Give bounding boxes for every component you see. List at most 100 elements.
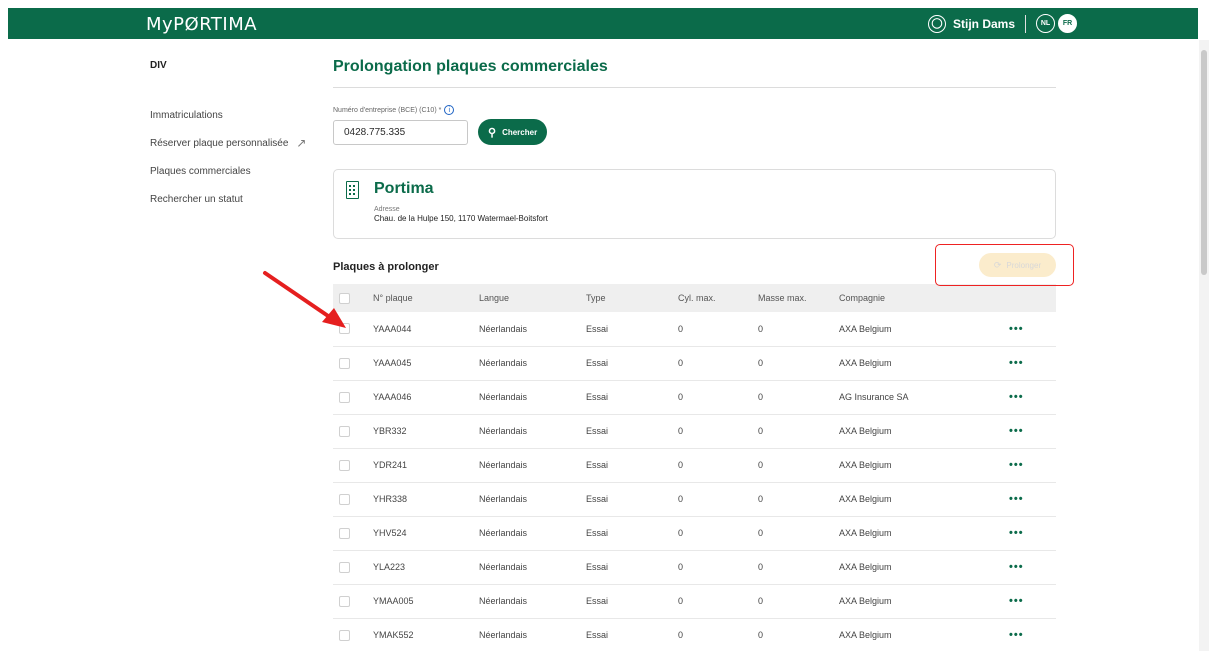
cell-cyl: 0 — [678, 482, 758, 517]
row-checkbox[interactable] — [339, 459, 350, 471]
actions-cell: ••• — [1009, 550, 1056, 585]
actions-cell: ••• — [1009, 516, 1056, 551]
lang-fr-button[interactable]: FR — [1058, 14, 1078, 33]
row-checkbox[interactable] — [339, 391, 350, 403]
cell-mass: 0 — [758, 482, 839, 517]
more-options-icon[interactable]: ••• — [1009, 357, 1024, 369]
checkbox-cell — [333, 380, 373, 415]
prolonger-button-label: Prolonger — [1006, 260, 1042, 270]
cell-lang: Néerlandais — [479, 414, 586, 449]
cell-lang: Néerlandais — [479, 516, 586, 551]
scrollbar-thumb[interactable] — [1201, 50, 1207, 275]
building-icon — [346, 181, 359, 199]
address-label: Adresse — [374, 206, 400, 213]
info-icon[interactable]: i — [444, 105, 455, 115]
more-options-icon[interactable]: ••• — [1009, 459, 1024, 471]
cell-lang: Néerlandais — [479, 312, 586, 347]
cell-type: Essai — [586, 414, 678, 449]
scrollbar[interactable] — [1199, 40, 1209, 651]
cell-company: AXA Belgium — [839, 448, 1009, 483]
search-button[interactable]: ⚲ Chercher — [478, 119, 548, 145]
sidebar-title: DIV — [150, 60, 167, 71]
header-cyl[interactable]: Cyl. max. — [678, 284, 758, 312]
header-company[interactable]: Compagnie — [839, 284, 1009, 312]
sidebar-item-reserver-plaque[interactable]: Réserver plaque personnalisée ↗ — [150, 129, 320, 157]
header-lang[interactable]: Langue — [479, 284, 586, 312]
annotation-arrow-icon — [263, 271, 346, 328]
row-checkbox[interactable] — [339, 357, 350, 369]
more-options-icon[interactable]: ••• — [1009, 323, 1024, 335]
bce-input[interactable]: 0428.775.335 — [333, 119, 468, 145]
table-row: YHV524 Néerlandais Essai 0 0 AXA Belgium… — [333, 516, 1056, 551]
table-row: YAAA046 Néerlandais Essai 0 0 AG Insuran… — [333, 380, 1056, 415]
cell-plate: YMAA005 — [373, 584, 479, 619]
row-checkbox[interactable] — [339, 595, 350, 607]
table-row: YMAA005 Néerlandais Essai 0 0 AXA Belgiu… — [333, 584, 1056, 619]
header-actions — [1009, 284, 1056, 312]
more-options-icon[interactable]: ••• — [1009, 561, 1024, 573]
cell-company: AXA Belgium — [839, 618, 1009, 651]
company-address: Chau. de la Hulpe 150, 1170 Watermael-Bo… — [374, 214, 548, 223]
lang-nl-button[interactable]: NL — [1036, 14, 1056, 33]
row-checkbox[interactable] — [339, 425, 350, 437]
actions-cell: ••• — [1009, 584, 1056, 619]
header-plate[interactable]: N° plaque — [373, 284, 479, 312]
cell-cyl: 0 — [678, 618, 758, 651]
main-content: Prolongation plaques commerciales Numéro… — [333, 58, 1074, 651]
cell-company: AXA Belgium — [839, 312, 1009, 347]
cell-plate: YAAA044 — [373, 312, 479, 347]
cell-mass: 0 — [758, 346, 839, 381]
more-options-icon[interactable]: ••• — [1009, 391, 1024, 403]
table-row: YDR241 Néerlandais Essai 0 0 AXA Belgium… — [333, 448, 1056, 483]
table-row: YAAA044 Néerlandais Essai 0 0 AXA Belgiu… — [333, 312, 1056, 347]
sidebar-item-rechercher-statut[interactable]: Rechercher un statut — [150, 185, 320, 213]
cell-type: Essai — [586, 550, 678, 585]
search-row: 0428.775.335 ⚲ Chercher — [333, 119, 1056, 145]
more-options-icon[interactable]: ••• — [1009, 425, 1024, 437]
sidebar-item-immatriculations[interactable]: Immatriculations — [150, 101, 320, 129]
row-checkbox[interactable] — [339, 527, 350, 539]
cell-cyl: 0 — [678, 448, 758, 483]
row-checkbox[interactable] — [339, 561, 350, 573]
more-options-icon[interactable]: ••• — [1009, 527, 1024, 539]
cell-plate: YAAA045 — [373, 346, 479, 381]
cell-company: AXA Belgium — [839, 346, 1009, 381]
checkbox-cell — [333, 618, 373, 651]
sidebar-item-plaques-commerciales[interactable]: Plaques commerciales — [150, 157, 320, 185]
cell-company: AXA Belgium — [839, 584, 1009, 619]
prolonger-button[interactable]: ⟳ Prolonger — [979, 253, 1056, 277]
row-checkbox[interactable] — [339, 493, 350, 505]
user-icon[interactable]: ◯ — [928, 14, 946, 33]
cell-cyl: 0 — [678, 312, 758, 347]
more-options-icon[interactable]: ••• — [1009, 629, 1024, 641]
cell-plate: YLA223 — [373, 550, 479, 585]
row-checkbox[interactable] — [339, 629, 350, 641]
top-bar: MyPØRTIMA ◯ Stijn Dams NL FR — [8, 8, 1198, 39]
checkbox-cell — [333, 584, 373, 619]
cell-company: AXA Belgium — [839, 482, 1009, 517]
more-options-icon[interactable]: ••• — [1009, 493, 1024, 505]
actions-cell: ••• — [1009, 312, 1056, 347]
divider — [1025, 14, 1027, 33]
page-title: Prolongation plaques commerciales — [333, 58, 1056, 88]
logo[interactable]: MyPØRTIMA — [146, 14, 257, 35]
cell-mass: 0 — [758, 516, 839, 551]
table-row: YLA223 Néerlandais Essai 0 0 AXA Belgium… — [333, 550, 1056, 585]
search-button-label: Chercher — [502, 127, 538, 137]
table-row: YBR332 Néerlandais Essai 0 0 AXA Belgium… — [333, 414, 1056, 449]
table-row: YAAA045 Néerlandais Essai 0 0 AXA Belgiu… — [333, 346, 1056, 381]
actions-cell: ••• — [1009, 414, 1056, 449]
cell-mass: 0 — [758, 414, 839, 449]
cell-type: Essai — [586, 516, 678, 551]
sidebar-item-label: Rechercher un statut — [150, 193, 243, 205]
header-mass[interactable]: Masse max. — [758, 284, 839, 312]
cell-type: Essai — [586, 312, 678, 347]
cell-cyl: 0 — [678, 346, 758, 381]
header-type[interactable]: Type — [586, 284, 678, 312]
actions-cell: ••• — [1009, 618, 1056, 651]
user-name[interactable]: Stijn Dams — [953, 17, 1015, 31]
sidebar-item-label: Plaques commerciales — [150, 165, 251, 177]
cell-cyl: 0 — [678, 516, 758, 551]
more-options-icon[interactable]: ••• — [1009, 595, 1024, 607]
external-link-icon: ↗ — [296, 136, 307, 150]
